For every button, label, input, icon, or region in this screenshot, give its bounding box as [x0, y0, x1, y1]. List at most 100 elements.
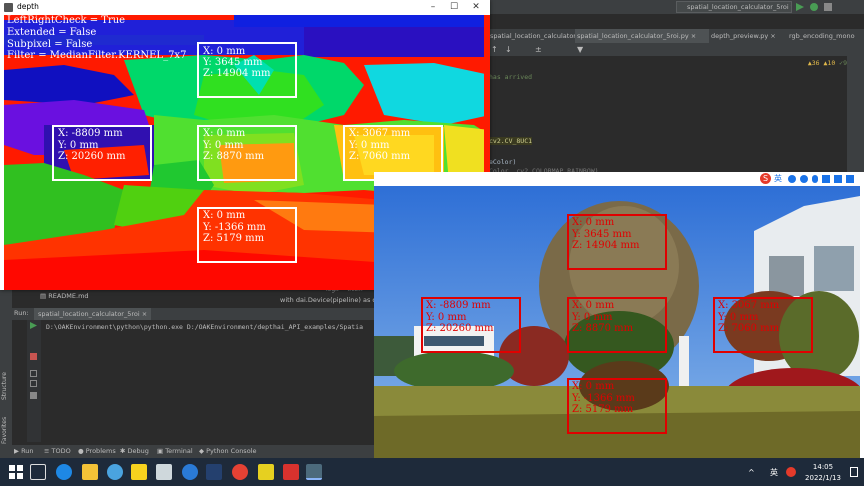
- roi-text: X: -8809 mm: [58, 128, 123, 139]
- notification-icon[interactable]: [850, 467, 858, 477]
- roi-text: Z: 14904 mm: [203, 68, 271, 79]
- run-console[interactable]: D:\OAKEnvironment\python\python.exe D:/O…: [12, 320, 374, 442]
- rgb-roi-text: Y: 0 mm: [426, 312, 467, 323]
- ide-run-toolbar: spatial_location_calculator_5roi ▾: [676, 0, 864, 14]
- rgb-roi-text: Y: 0 mm: [572, 312, 613, 323]
- run-config-select[interactable]: spatial_location_calculator_5roi ▾: [676, 1, 792, 13]
- overlay-line: LeftRightCheck = True: [7, 15, 126, 26]
- punctuation-icon[interactable]: [800, 175, 808, 183]
- trash-icon[interactable]: [30, 392, 37, 399]
- chat-icon[interactable]: [107, 464, 123, 480]
- windows-taskbar: ^ 英 14:05 2022/1/13: [0, 458, 864, 486]
- project-file-label: README.md: [48, 292, 89, 300]
- depth-title-bar[interactable]: depth – ☐ ✕: [0, 0, 490, 15]
- rgb-roi-text: Y: 3645 mm: [572, 229, 632, 240]
- code-editor[interactable]: ▲36 ▲10 ✓9 has arrived cv2.CV_8UC1 eColo…: [487, 56, 847, 175]
- arrow-down-icon[interactable]: ↓: [505, 45, 512, 54]
- clock-date[interactable]: 2022/1/13: [800, 474, 846, 482]
- warnings-count: ▲36: [807, 59, 820, 67]
- mail-icon[interactable]: [206, 464, 222, 480]
- tab-label: depth_preview.py: [711, 32, 769, 40]
- clock-time[interactable]: 14:05: [808, 463, 838, 471]
- run-config-label: spatial_location_calculator_5roi: [687, 3, 789, 11]
- stop-icon[interactable]: [30, 353, 37, 360]
- tray-expand-icon[interactable]: ^: [748, 468, 755, 477]
- bottom-tab-terminal[interactable]: ▣ Terminal: [157, 445, 193, 458]
- inspection-widget[interactable]: ▲36 ▲10 ✓9: [808, 59, 847, 67]
- code-token: cv2.CV_8UC1: [489, 137, 533, 145]
- bottom-tab-problems[interactable]: ● Problems: [78, 445, 116, 458]
- minimize-icon[interactable]: –: [424, 0, 442, 15]
- close-icon[interactable]: ✕: [467, 0, 485, 15]
- ime-logo-icon: S: [760, 173, 771, 184]
- keyboard-icon[interactable]: [822, 175, 830, 183]
- run-tab[interactable]: spatial_location_calculator_5roi ×: [34, 308, 152, 320]
- bottom-tab-label: Terminal: [165, 447, 193, 455]
- rgb-roi-text: Z: 5179 mm: [572, 404, 634, 415]
- code-hint: with dai.Device(pipeline) as de...: [280, 296, 387, 304]
- emoji-icon[interactable]: [788, 175, 796, 183]
- rerun-icon[interactable]: [30, 322, 37, 329]
- roi-text: Z: 5179 mm: [203, 233, 265, 244]
- editor-toolbar: ↑ ↓ ± ▼: [487, 43, 864, 56]
- coverage-icon[interactable]: [824, 3, 832, 11]
- task-view-icon[interactable]: [30, 464, 46, 480]
- bottom-tab-debug[interactable]: ✱ Debug: [120, 445, 149, 458]
- run-icon[interactable]: [796, 3, 804, 11]
- bottom-tab-label: TODO: [51, 447, 71, 455]
- rgb-roi-text: Z: 8870 mm: [572, 323, 634, 334]
- mic-icon[interactable]: [812, 175, 818, 183]
- skin-icon[interactable]: [834, 175, 842, 183]
- calculator-icon[interactable]: [156, 464, 172, 480]
- tray-ime-indicator[interactable]: 英: [770, 467, 778, 478]
- debug-icon[interactable]: [810, 3, 818, 11]
- scroll-end-icon[interactable]: [30, 370, 37, 377]
- code-line: cv2.CV_8UC1: [489, 137, 533, 145]
- file-explorer-icon[interactable]: [82, 464, 98, 480]
- bottom-tab-label: Python Console: [206, 447, 257, 455]
- run-label: Run:: [14, 309, 29, 317]
- tab-spatial-location-calculator-5roi[interactable]: spatial_location_calculator_5roi.py ×: [575, 29, 709, 43]
- feather-icon[interactable]: [182, 464, 198, 480]
- arrow-up-icon[interactable]: ↑: [491, 45, 498, 54]
- notes-icon[interactable]: [131, 464, 147, 480]
- filter-icon[interactable]: ▼: [577, 45, 583, 54]
- edge-icon[interactable]: [56, 464, 72, 480]
- rgb-roi-text: Z: 7060 mm: [718, 323, 780, 334]
- roi-text: Z: 8870 mm: [203, 151, 265, 162]
- favorites-tab[interactable]: Favorites: [1, 404, 11, 444]
- roi-text: Y: 3645 mm: [203, 57, 263, 68]
- pycharm-icon[interactable]: [258, 464, 274, 480]
- window-title: depth: [17, 2, 39, 11]
- run-gutter: [27, 320, 41, 442]
- tool-window-strip: Structure Favorites: [0, 290, 12, 458]
- bottom-tab-python-console[interactable]: ◆ Python Console: [199, 445, 256, 458]
- rgb-roi-text: Z: 14904 mm: [572, 240, 640, 251]
- rgb-roi-text: X: -8809 mm: [426, 300, 491, 311]
- structure-tab[interactable]: Structure: [1, 360, 11, 400]
- print-icon[interactable]: [30, 380, 37, 387]
- ime-language[interactable]: 英: [774, 173, 782, 184]
- bottom-tab-run[interactable]: ▶ Run: [14, 445, 34, 458]
- add-icon[interactable]: ±: [535, 45, 542, 54]
- tab-depth-preview[interactable]: depth_preview.py ×: [711, 29, 785, 43]
- chrome-icon[interactable]: [232, 464, 248, 480]
- sogou-tray-icon[interactable]: [786, 467, 796, 477]
- python-window-icon[interactable]: [306, 464, 322, 480]
- tab-rgb-encoding-mono[interactable]: rgb_encoding_mono: [789, 29, 864, 43]
- roi-text: X: 3067 mm: [349, 128, 411, 139]
- rgb-roi-text: Y: -1366 mm: [572, 393, 635, 404]
- rgb-roi-text: Y: 0 mm: [718, 312, 759, 323]
- ide-right-strip: [847, 56, 864, 174]
- start-icon[interactable]: [8, 464, 24, 480]
- overlay-line: Subpixel = False: [7, 39, 93, 50]
- rgb-roi-text: X: 3067 mm: [718, 300, 780, 311]
- project-file-item[interactable]: ▤ README.md: [40, 292, 89, 300]
- toolbox-icon[interactable]: [846, 175, 854, 183]
- tab-spatial-location-calculator[interactable]: spatial_location_calculator.py ×: [490, 29, 593, 43]
- ime-toolbar[interactable]: S 英: [758, 172, 864, 186]
- maximize-icon[interactable]: ☐: [445, 0, 463, 15]
- bottom-tab-todo[interactable]: ≡ TODO: [44, 445, 71, 458]
- roi-text: Y: -1366 mm: [203, 222, 266, 233]
- wps-icon[interactable]: [283, 464, 299, 480]
